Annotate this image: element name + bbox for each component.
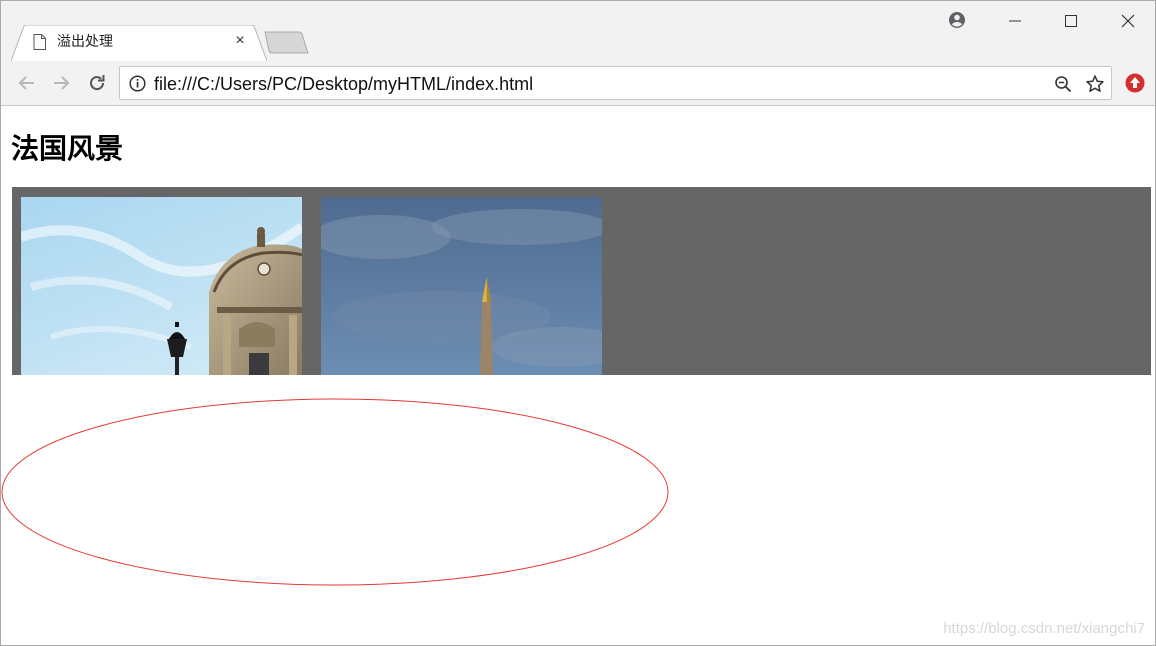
url-text[interactable]: file:///C:/Users/PC/Desktop/myHTML/index… — [154, 74, 533, 94]
zoom-out-icon[interactable] — [1054, 75, 1072, 93]
browser-window: 溢出处理 × file:///C:/Users/PC/Desktop/myHTM… — [0, 0, 1156, 646]
image-gallery — [12, 187, 1151, 375]
account-circle-icon[interactable] — [945, 9, 969, 33]
maximize-icon[interactable] — [1059, 9, 1083, 33]
close-icon[interactable] — [1116, 9, 1140, 33]
photo-opera-building — [21, 197, 302, 375]
photo-obelisk — [321, 197, 602, 375]
tab-title: 溢出处理 — [57, 34, 113, 50]
address-bar[interactable]: file:///C:/Users/PC/Desktop/myHTML/index… — [119, 66, 1112, 100]
page-content: 法国风景 — [1, 107, 1155, 645]
annotation-ellipse — [1, 398, 669, 586]
back-arrow-icon[interactable] — [15, 71, 39, 95]
file-icon — [33, 34, 46, 50]
new-tab-button[interactable] — [263, 31, 309, 55]
info-icon[interactable] — [129, 75, 146, 92]
toolbar: file:///C:/Users/PC/Desktop/myHTML/index… — [1, 61, 1155, 106]
page-heading: 法国风景 — [11, 132, 124, 165]
tab-strip: 溢出处理 × — [1, 1, 1155, 62]
tab-active[interactable]: 溢出处理 × — [11, 25, 267, 62]
minimize-icon[interactable] — [1003, 9, 1027, 33]
extension-icon[interactable] — [1125, 73, 1145, 93]
tab-close-icon[interactable]: × — [233, 33, 247, 49]
watermark: https://blog.csdn.net/xiangchi7 — [943, 620, 1145, 637]
star-icon[interactable] — [1085, 74, 1105, 94]
reload-icon[interactable] — [85, 71, 109, 95]
forward-arrow-icon[interactable] — [49, 71, 73, 95]
